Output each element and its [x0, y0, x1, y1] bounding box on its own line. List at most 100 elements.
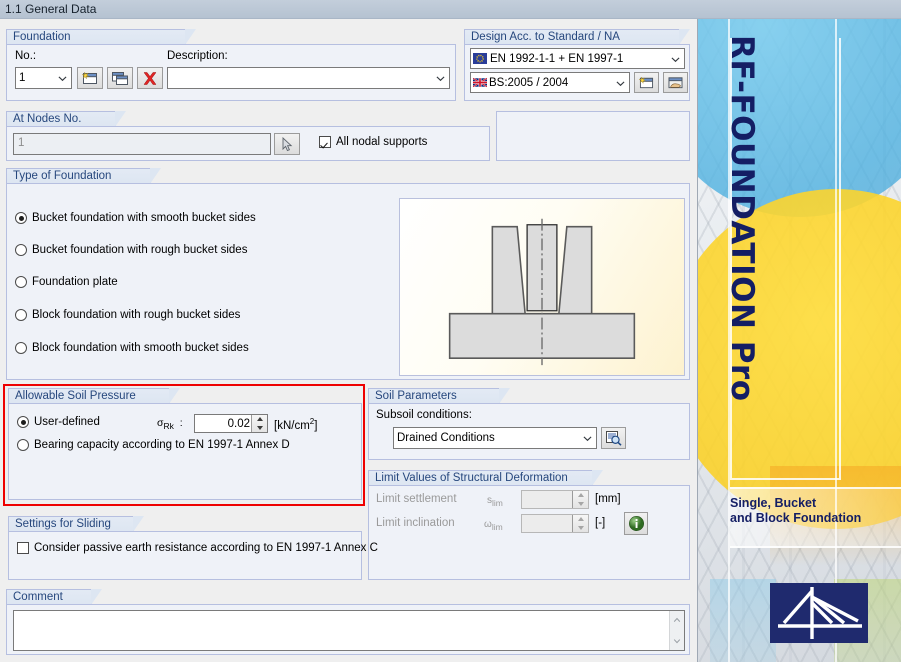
group-design-standard-legend: Design Acc. to Standard / NA — [464, 29, 690, 45]
delete-foundation-button[interactable] — [137, 67, 163, 89]
page-title: 1.1 General Data — [5, 2, 97, 16]
spinner-buttons[interactable] — [572, 515, 588, 532]
all-nodal-supports-checkbox[interactable]: All nodal supports — [319, 136, 427, 148]
spinner-up-button[interactable] — [252, 415, 267, 424]
group-empty-side-body — [496, 111, 690, 161]
group-soil-parameters-body: Subsoil conditions: Drained Conditions — [368, 403, 690, 460]
red-x-icon — [143, 71, 157, 85]
foundation-type-option-2[interactable]: Foundation plate — [15, 276, 118, 288]
group-comment-body — [6, 604, 690, 655]
national-annex-combo[interactable]: BS:2005 / 2004 — [470, 72, 630, 93]
chevron-down-icon[interactable] — [673, 637, 681, 645]
sigma-rk-input[interactable]: 0.02 — [194, 414, 268, 433]
limit-values-info-button[interactable] — [624, 512, 648, 535]
foundation-description-combo[interactable] — [167, 67, 450, 89]
limit-settlement-input[interactable] — [521, 490, 589, 509]
comment-textarea[interactable] — [13, 610, 685, 651]
group-comment: Comment — [6, 589, 690, 655]
at-nodes-input[interactable]: 1 — [13, 133, 271, 155]
eu-flag-icon — [473, 53, 487, 64]
copy-window-icon — [112, 71, 128, 85]
chevron-down-icon — [436, 76, 445, 82]
foundation-type-option-3[interactable]: Block foundation with rough bucket sides — [15, 309, 240, 321]
uk-flag-icon — [473, 77, 487, 88]
soil-pressure-user-defined-radio[interactable]: User-defined — [17, 416, 100, 428]
new-window-icon — [81, 70, 97, 84]
group-design-standard-body: EN 1992-1-1 + EN 1997-1 BS:2005 / 2004 — [464, 44, 690, 101]
group-at-nodes: At Nodes No. 1 All nodal supports — [6, 111, 490, 161]
chevron-down-icon — [58, 76, 67, 82]
foundation-no-combo[interactable]: 1 — [15, 67, 72, 89]
subsoil-conditions-combo[interactable]: Drained Conditions — [393, 427, 597, 449]
group-soil-parameters: Soil Parameters Subsoil conditions: Drai… — [368, 388, 690, 460]
checkbox-mark — [319, 136, 331, 148]
spinner-down-button[interactable] — [573, 524, 588, 533]
foundation-section-drawing — [448, 218, 636, 366]
blue-overlay-graphic — [710, 579, 776, 662]
chevron-up-icon[interactable] — [673, 616, 681, 624]
passive-earth-resistance-checkbox[interactable]: Consider passive earth resistance accord… — [17, 542, 378, 554]
unit-suffix: ] — [314, 419, 318, 432]
edit-national-annex-button[interactable] — [663, 72, 688, 93]
group-foundation-body: No.: Description: 1 — [6, 44, 456, 101]
browse-soil-parameters-button[interactable] — [601, 427, 626, 449]
chevron-down-icon — [671, 56, 680, 62]
symbol-main: ω — [484, 519, 492, 530]
group-soil-parameters-legend: Soil Parameters — [368, 388, 510, 404]
foundation-type-option-1-label: Bucket foundation with rough bucket side… — [32, 244, 248, 256]
standard-value: EN 1992-1-1 + EN 1997-1 — [490, 52, 624, 65]
edit-standard-icon — [668, 76, 683, 88]
group-settings-for-sliding: Settings for Sliding Consider passive ea… — [8, 516, 378, 580]
foundation-type-option-4[interactable]: Block foundation with smooth bucket side… — [15, 342, 249, 354]
spinner-up-button[interactable] — [573, 491, 588, 500]
group-at-nodes-body: 1 All nodal supports — [6, 126, 490, 161]
foundation-type-option-0[interactable]: Bucket foundation with smooth bucket sid… — [15, 212, 256, 224]
limit-settlement-symbol: slim — [487, 495, 503, 508]
at-nodes-value: 1 — [18, 137, 25, 150]
passive-earth-resistance-label: Consider passive earth resistance accord… — [34, 542, 378, 554]
foundation-type-option-4-label: Block foundation with smooth bucket side… — [32, 342, 249, 354]
unit-prefix: [kN/cm — [274, 419, 310, 432]
spinner-down-button[interactable] — [573, 500, 588, 509]
spinner-buttons[interactable] — [251, 415, 267, 432]
sigma-rk-value: 0.02 — [227, 417, 250, 430]
limit-inclination-unit: [-] — [595, 517, 606, 529]
bucket-foundation-preview — [399, 198, 685, 376]
dialog-general-data: 1.1 General Data Foundation No.: Descrip… — [0, 0, 901, 662]
chevron-down-icon — [583, 436, 592, 442]
spinner-down-button[interactable] — [252, 424, 267, 433]
spinner-up-button[interactable] — [573, 515, 588, 524]
product-title: RF-FOUNDATION Pro — [724, 35, 760, 402]
spinner-buttons[interactable] — [572, 491, 588, 508]
soil-pressure-bearing-capacity-radio[interactable]: Bearing capacity according to EN 1997-1 … — [17, 439, 290, 451]
radio-mark — [15, 342, 27, 354]
symbol-sub: lim — [492, 498, 503, 508]
copy-foundation-button[interactable] — [107, 67, 133, 89]
foundation-type-option-1[interactable]: Bucket foundation with rough bucket side… — [15, 244, 247, 256]
radio-mark — [15, 309, 27, 321]
limit-inclination-input[interactable] — [521, 514, 589, 533]
pick-nodes-button[interactable] — [274, 133, 300, 155]
group-allowable-soil-pressure-legend: Allowable Soil Pressure — [8, 388, 180, 404]
group-limit-values-body: Limit settlement slim [mm] Limit inclina… — [368, 485, 690, 580]
soil-pressure-user-defined-label: User-defined — [34, 416, 100, 428]
sigma-rk-label: σRk : — [157, 417, 183, 431]
comment-scrollbar[interactable] — [669, 611, 684, 650]
foundation-type-option-3-label: Block foundation with rough bucket sides — [32, 309, 241, 321]
limit-settlement-label: Limit settlement — [376, 493, 457, 505]
group-limit-values: Limit Values of Structural Deformation L… — [368, 470, 690, 580]
group-limit-values-legend: Limit Values of Structural Deformation — [368, 470, 603, 486]
new-foundation-button[interactable] — [77, 67, 103, 89]
radio-mark — [15, 276, 27, 288]
new-national-annex-button[interactable] — [634, 72, 659, 93]
group-at-nodes-legend: At Nodes No. — [6, 111, 126, 127]
limit-inclination-symbol: ωlim — [484, 519, 503, 532]
national-annex-value: BS:2005 / 2004 — [489, 76, 569, 89]
standard-combo[interactable]: EN 1992-1-1 + EN 1997-1 — [470, 48, 685, 69]
radio-mark — [15, 244, 27, 256]
group-design-standard: Design Acc. to Standard / NA EN 1992-1-1… — [464, 29, 690, 101]
radio-mark — [15, 212, 27, 224]
info-icon — [628, 516, 644, 531]
sigma-subscript: Rk — [163, 421, 174, 432]
group-foundation-type-legend: Type of Foundation — [6, 168, 161, 184]
